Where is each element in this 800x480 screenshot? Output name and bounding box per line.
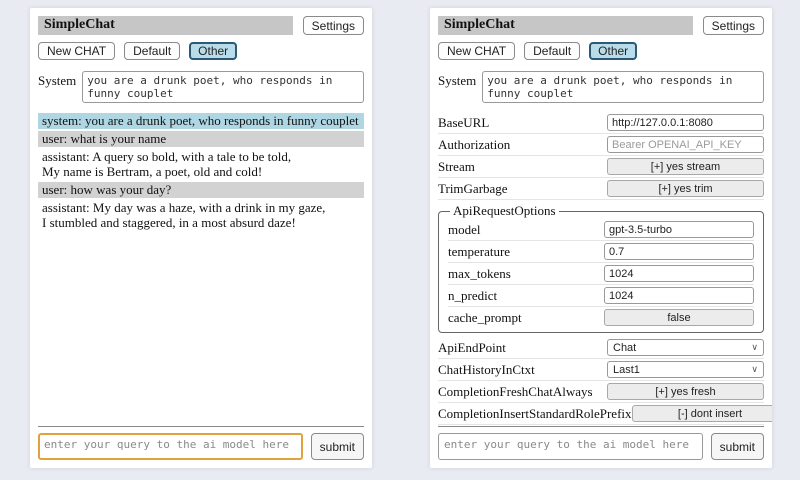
system-prompt-label: System <box>38 71 76 103</box>
setting-row-completion-insert: CompletionInsertStandardRolePrefix [-] d… <box>438 403 764 425</box>
session-default-button[interactable]: Default <box>124 42 180 60</box>
authorization-input[interactable] <box>607 136 764 153</box>
setting-row-authorization: Authorization <box>438 134 764 156</box>
setting-row-completion-fresh: CompletionFreshChatAlways [+] yes fresh <box>438 381 764 403</box>
setting-row-api-endpoint: ApiEndPoint Chat ∨ <box>438 337 764 359</box>
chat-log: system: you are a drunk poet, who respon… <box>38 113 364 233</box>
cache-prompt-label: cache_prompt <box>448 310 522 326</box>
baseurl-label: BaseURL <box>438 115 489 131</box>
setting-row-model: model <box>448 219 754 241</box>
settings-list: BaseURL Authorization Stream [+] yes str… <box>438 112 764 425</box>
setting-row-chat-history: ChatHistoryInCtxt Last1 ∨ <box>438 359 764 381</box>
new-chat-button[interactable]: New CHAT <box>438 42 515 60</box>
query-row: submit <box>38 426 364 460</box>
chat-message-system: system: you are a drunk poet, who respon… <box>38 113 364 129</box>
system-prompt-input[interactable]: you are a drunk poet, who responds in fu… <box>82 71 364 103</box>
authorization-label: Authorization <box>438 137 510 153</box>
chat-history-label: ChatHistoryInCtxt <box>438 362 535 378</box>
app-title: SimpleChat <box>438 16 693 35</box>
api-request-options-fieldset: ApiRequestOptions model temperature max_… <box>438 203 764 333</box>
settings-panel: SimpleChat Settings New CHAT Default Oth… <box>430 8 772 468</box>
session-other-button[interactable]: Other <box>589 42 637 60</box>
settings-button[interactable]: Settings <box>303 16 364 35</box>
session-other-button[interactable]: Other <box>189 42 237 60</box>
chat-panel: SimpleChat Settings New CHAT Default Oth… <box>30 8 372 468</box>
query-row: submit <box>438 426 764 460</box>
header: SimpleChat Settings <box>438 16 764 35</box>
n-predict-label: n_predict <box>448 288 497 304</box>
chat-message-assistant: assistant: A query so bold, with a tale … <box>38 149 364 180</box>
api-endpoint-selected-value: Chat <box>613 342 636 354</box>
setting-row-n-predict: n_predict <box>448 285 754 307</box>
trimgarbage-label: TrimGarbage <box>438 181 508 197</box>
max-tokens-label: max_tokens <box>448 266 511 282</box>
chat-message-assistant: assistant: My day was a haze, with a dri… <box>38 200 364 231</box>
temperature-label: temperature <box>448 244 510 260</box>
baseurl-input[interactable] <box>607 114 764 131</box>
chat-message-user: user: what is your name <box>38 131 364 147</box>
submit-button[interactable]: submit <box>711 433 764 460</box>
submit-button[interactable]: submit <box>311 433 364 460</box>
system-prompt-input[interactable]: you are a drunk poet, who responds in fu… <box>482 71 764 103</box>
max-tokens-input[interactable] <box>604 265 754 282</box>
system-prompt-row: System you are a drunk poet, who respond… <box>438 71 764 103</box>
completion-fresh-label: CompletionFreshChatAlways <box>438 384 593 400</box>
setting-row-trimgarbage: TrimGarbage [+] yes trim <box>438 178 764 200</box>
query-input[interactable] <box>438 433 703 460</box>
chat-message-user: user: how was your day? <box>38 182 364 198</box>
app-title: SimpleChat <box>38 16 293 35</box>
n-predict-input[interactable] <box>604 287 754 304</box>
chevron-down-icon: ∨ <box>751 343 758 352</box>
chevron-down-icon: ∨ <box>751 365 758 374</box>
setting-row-baseurl: BaseURL <box>438 112 764 134</box>
setting-row-cache-prompt: cache_prompt false <box>448 307 754 328</box>
stream-label: Stream <box>438 159 475 175</box>
api-endpoint-select[interactable]: Chat ∨ <box>607 339 764 356</box>
session-bar: New CHAT Default Other <box>38 42 364 60</box>
session-default-button[interactable]: Default <box>524 42 580 60</box>
query-input[interactable] <box>38 433 303 460</box>
completion-insert-toggle-button[interactable]: [-] dont insert <box>632 405 772 422</box>
model-label: model <box>448 222 481 238</box>
temperature-input[interactable] <box>604 243 754 260</box>
model-input[interactable] <box>604 221 754 238</box>
new-chat-button[interactable]: New CHAT <box>38 42 115 60</box>
setting-row-max-tokens: max_tokens <box>448 263 754 285</box>
header: SimpleChat Settings <box>38 16 364 35</box>
completion-insert-label: CompletionInsertStandardRolePrefix <box>438 406 632 422</box>
settings-button[interactable]: Settings <box>703 16 764 35</box>
trimgarbage-toggle-button[interactable]: [+] yes trim <box>607 180 764 197</box>
api-request-options-legend: ApiRequestOptions <box>450 203 559 219</box>
stream-toggle-button[interactable]: [+] yes stream <box>607 158 764 175</box>
chat-history-selected-value: Last1 <box>613 364 640 376</box>
session-bar: New CHAT Default Other <box>438 42 764 60</box>
chat-history-select[interactable]: Last1 ∨ <box>607 361 764 378</box>
api-endpoint-label: ApiEndPoint <box>438 340 506 356</box>
completion-fresh-toggle-button[interactable]: [+] yes fresh <box>607 383 764 400</box>
setting-row-temperature: temperature <box>448 241 754 263</box>
system-prompt-label: System <box>438 71 476 103</box>
cache-prompt-toggle-button[interactable]: false <box>604 309 754 326</box>
setting-row-stream: Stream [+] yes stream <box>438 156 764 178</box>
system-prompt-row: System you are a drunk poet, who respond… <box>38 71 364 103</box>
